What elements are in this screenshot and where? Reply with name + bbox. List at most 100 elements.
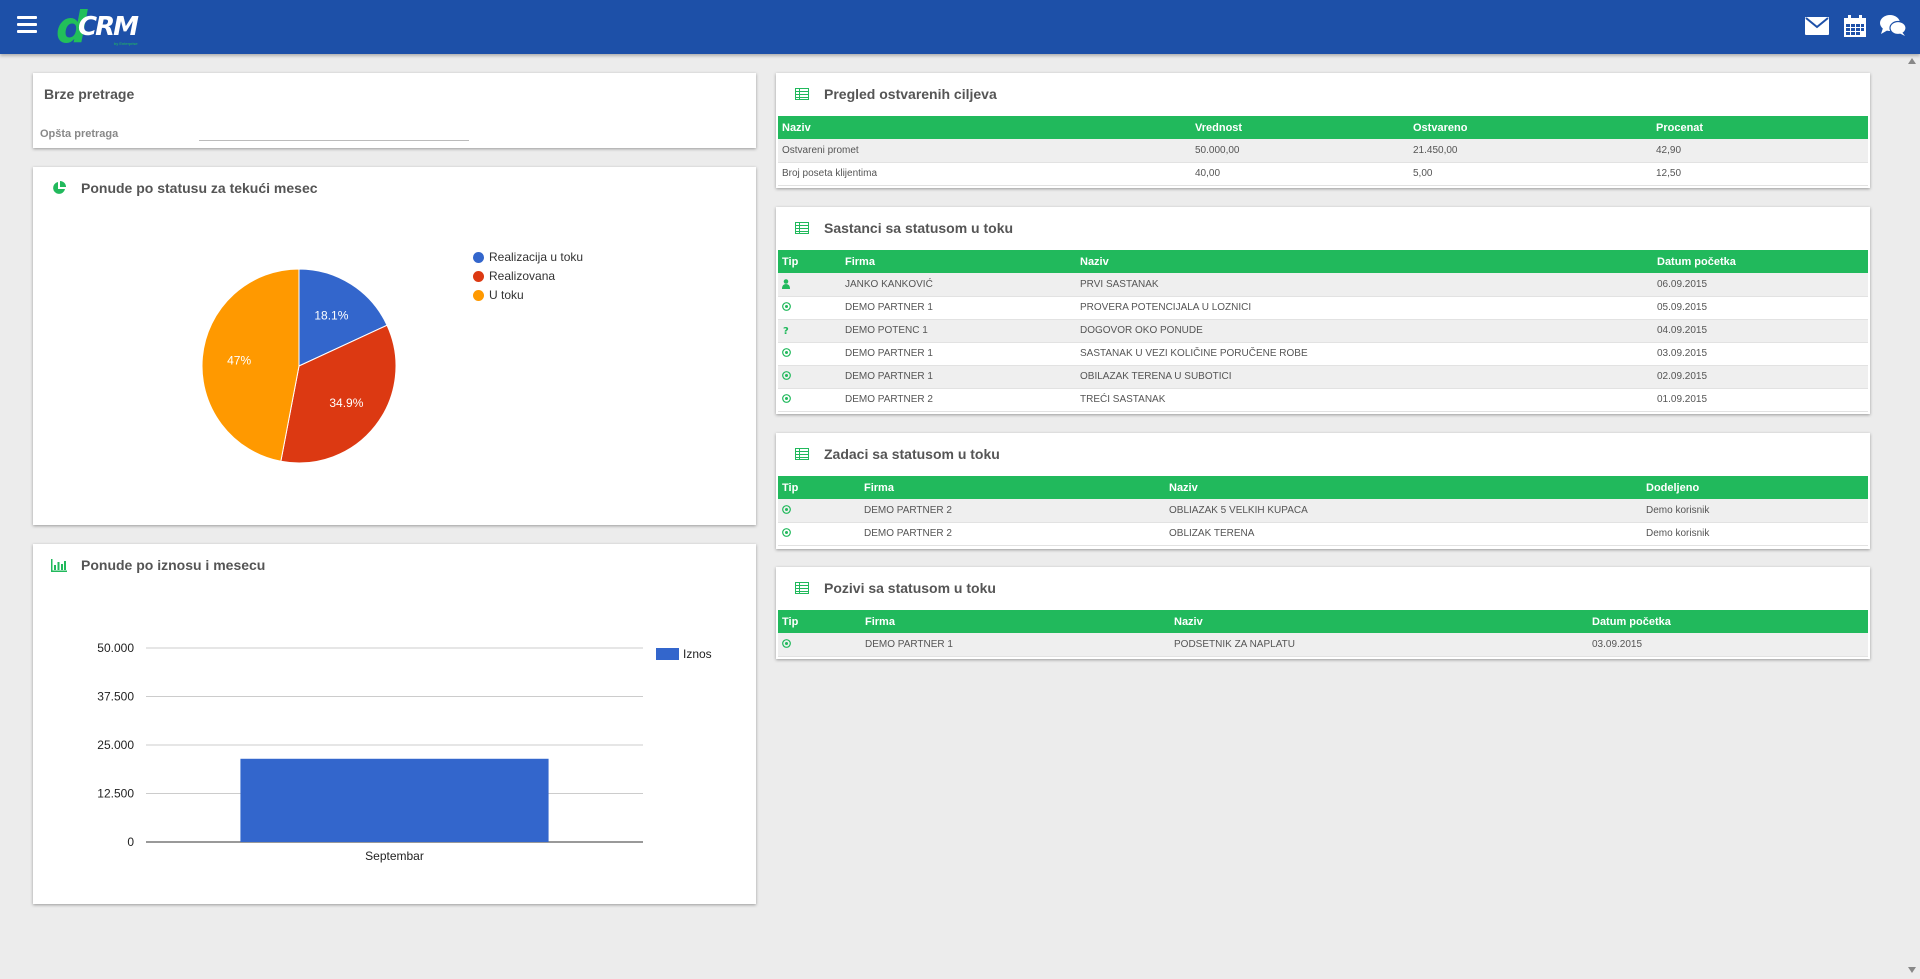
tasks-title: Zadaci sa statusom u toku	[794, 446, 1000, 462]
app-logo[interactable]: d CRM by Enterprise	[56, 2, 151, 53]
column-header[interactable]: Dodeljeno	[1642, 476, 1868, 499]
table-row[interactable]: DEMO PARTNER 1 SASTANAK U VEZI KOLIČINE P…	[778, 342, 1868, 366]
table-row[interactable]: DEMO PARTNER 2 OBLIAZAK 5 VELKIH KUPACA De…	[778, 499, 1868, 523]
column-header[interactable]: Vrednost	[1191, 116, 1409, 139]
table-row[interactable]: Ostvareni promet 50.000,00 21.450,00 42,90	[778, 139, 1868, 163]
table-cell: DEMO PARTNER 1	[841, 342, 1076, 366]
pie-legend-item[interactable]: Realizovana	[473, 269, 555, 283]
legend-dot	[473, 270, 484, 282]
table-icon	[794, 220, 810, 236]
legend-label: Realizovana	[489, 269, 556, 283]
scroll-up-arrow[interactable]	[1908, 58, 1916, 64]
table-row[interactable]: DEMO PARTNER 1 PROVERA POTENCIJALA U LOZN…	[778, 296, 1868, 320]
table-cell: 03.09.2015	[1653, 342, 1868, 366]
calendar-icon[interactable]	[1842, 13, 1868, 39]
y-tick-label: 50.000	[97, 641, 134, 655]
pie-legend-item[interactable]: U toku	[473, 288, 524, 302]
question-icon: ?	[782, 325, 792, 337]
column-header[interactable]: Tip	[778, 476, 860, 499]
general-search-input[interactable]	[199, 123, 469, 141]
table-cell: Demo korisnik	[1642, 522, 1868, 546]
column-header[interactable]: Firma	[861, 610, 1170, 633]
tasks-panel: Zadaci sa statusom u toku Tip Firma Naziv D…	[776, 433, 1870, 549]
column-header[interactable]: Ostvareno	[1409, 116, 1652, 139]
general-search-label: Opšta pretraga	[40, 128, 119, 140]
table-cell: 5,00	[1409, 162, 1652, 186]
table-row[interactable]: DEMO PARTNER 1 OBILAZAK TERENA U SUBOTICI…	[778, 365, 1868, 389]
scroll-down-arrow[interactable]	[1908, 967, 1916, 973]
table-cell: 50.000,00	[1191, 139, 1409, 163]
legend-dot	[473, 251, 484, 263]
table-cell: TREĆI SASTANAK	[1076, 388, 1653, 412]
column-header[interactable]: Naziv	[1165, 476, 1642, 499]
table-row[interactable]: JANKO KANKOVIĆ PRVI SASTANAK 06.09.2015	[778, 273, 1868, 297]
column-header[interactable]: Datum početka	[1588, 610, 1868, 633]
y-tick-label: 12.500	[97, 787, 134, 801]
column-header[interactable]: Tip	[778, 250, 841, 273]
goals-title: Pregled ostvarenih ciljeva	[794, 86, 997, 102]
table-cell: 40,00	[1191, 162, 1409, 186]
table-row[interactable]: ? DEMO POTENC 1 DOGOVOR OKO PONUDE 04.09.20…	[778, 319, 1868, 343]
table-cell: 12,50	[1652, 162, 1868, 186]
bar-0[interactable]	[240, 758, 549, 842]
calls-panel: Pozivi sa statusom u toku Tip Firma Naziv D…	[776, 567, 1870, 659]
column-header[interactable]: Tip	[778, 610, 861, 633]
svg-text:?: ?	[783, 326, 789, 335]
tasks-table: Tip Firma Naziv Dodeljeno DEMO PARTNER 2 OBL…	[778, 476, 1868, 546]
calls-title: Pozivi sa statusom u toku	[794, 580, 996, 596]
table-row[interactable]: DEMO PARTNER 1 PODSETNIK ZA NAPLATU 03.09.…	[778, 633, 1868, 657]
table-cell: 01.09.2015	[1653, 388, 1868, 412]
table-cell	[778, 388, 841, 412]
goals-table: Naziv Vrednost Ostvareno Procenat Ostvareni…	[778, 116, 1868, 186]
table-cell: JANKO KANKOVIĆ	[841, 273, 1076, 297]
table-row[interactable]: Broj poseta klijentima 40,00 5,00 12,50	[778, 162, 1868, 186]
hamburger-menu-icon[interactable]	[17, 16, 37, 34]
logo-crm: CRM	[78, 12, 139, 42]
table-cell	[778, 365, 841, 389]
table-cell: Ostvareni promet	[778, 139, 1191, 163]
table-cell	[778, 342, 841, 366]
table-cell: DEMO PARTNER 2	[860, 499, 1165, 523]
table-cell: PRVI SASTANAK	[1076, 273, 1653, 297]
table-icon	[794, 86, 810, 102]
table-cell: DEMO PARTNER 1	[861, 633, 1170, 657]
table-cell	[778, 522, 860, 546]
table-cell: 02.09.2015	[1653, 365, 1868, 389]
chat-icon[interactable]	[1880, 13, 1906, 39]
target-icon	[782, 394, 792, 404]
quick-search-panel: Brze pretrage Opšta pretraga	[33, 73, 756, 148]
column-header[interactable]: Datum početka	[1653, 250, 1868, 273]
column-header[interactable]: Firma	[841, 250, 1076, 273]
table-cell: OBLIZAK TERENA	[1165, 522, 1642, 546]
envelope-icon[interactable]	[1804, 13, 1830, 39]
pie-legend-item[interactable]: Realizacija u toku	[473, 250, 583, 264]
table-cell: DEMO POTENC 1	[841, 319, 1076, 343]
legend-dot	[473, 289, 484, 301]
offers-by-status-panel: Ponude po statusu za tekući mesec 18.1% 3…	[33, 167, 756, 525]
column-header[interactable]: Procenat	[1652, 116, 1868, 139]
table-row[interactable]: DEMO PARTNER 2 TREĆI SASTANAK 01.09.2015	[778, 388, 1868, 412]
column-header[interactable]: Naziv	[778, 116, 1191, 139]
table-cell	[778, 273, 841, 297]
table-cell: DEMO PARTNER 2	[841, 388, 1076, 412]
bar-legend-label: Iznos	[683, 647, 712, 661]
table-cell	[778, 633, 861, 657]
table-cell: Demo korisnik	[1642, 499, 1868, 523]
logo-sub: by Enterprise	[114, 41, 138, 46]
x-category-label: Septembar	[365, 849, 424, 863]
column-header[interactable]: Naziv	[1170, 610, 1588, 633]
column-header[interactable]: Naziv	[1076, 250, 1653, 273]
table-cell: 21.450,00	[1409, 139, 1652, 163]
meetings-table: Tip Firma Naziv Datum početka JANKO KANKOVI…	[778, 250, 1868, 412]
table-cell: DEMO PARTNER 2	[860, 522, 1165, 546]
target-icon	[782, 348, 792, 358]
table-cell: SASTANAK U VEZI KOLIČINE PORUČENE ROBE	[1076, 342, 1653, 366]
pie-slice-label-0: 18.1%	[314, 308, 348, 322]
goals-panel: Pregled ostvarenih ciljeva Naziv Vrednost…	[776, 73, 1870, 188]
top-bar: d CRM by Enterprise	[0, 0, 1920, 54]
legend-label: U toku	[489, 288, 524, 302]
table-row[interactable]: DEMO PARTNER 2 OBLIZAK TERENA Demo korisni…	[778, 522, 1868, 546]
table-cell: 06.09.2015	[1653, 273, 1868, 297]
column-header[interactable]: Firma	[860, 476, 1165, 499]
person-icon	[782, 279, 792, 290]
